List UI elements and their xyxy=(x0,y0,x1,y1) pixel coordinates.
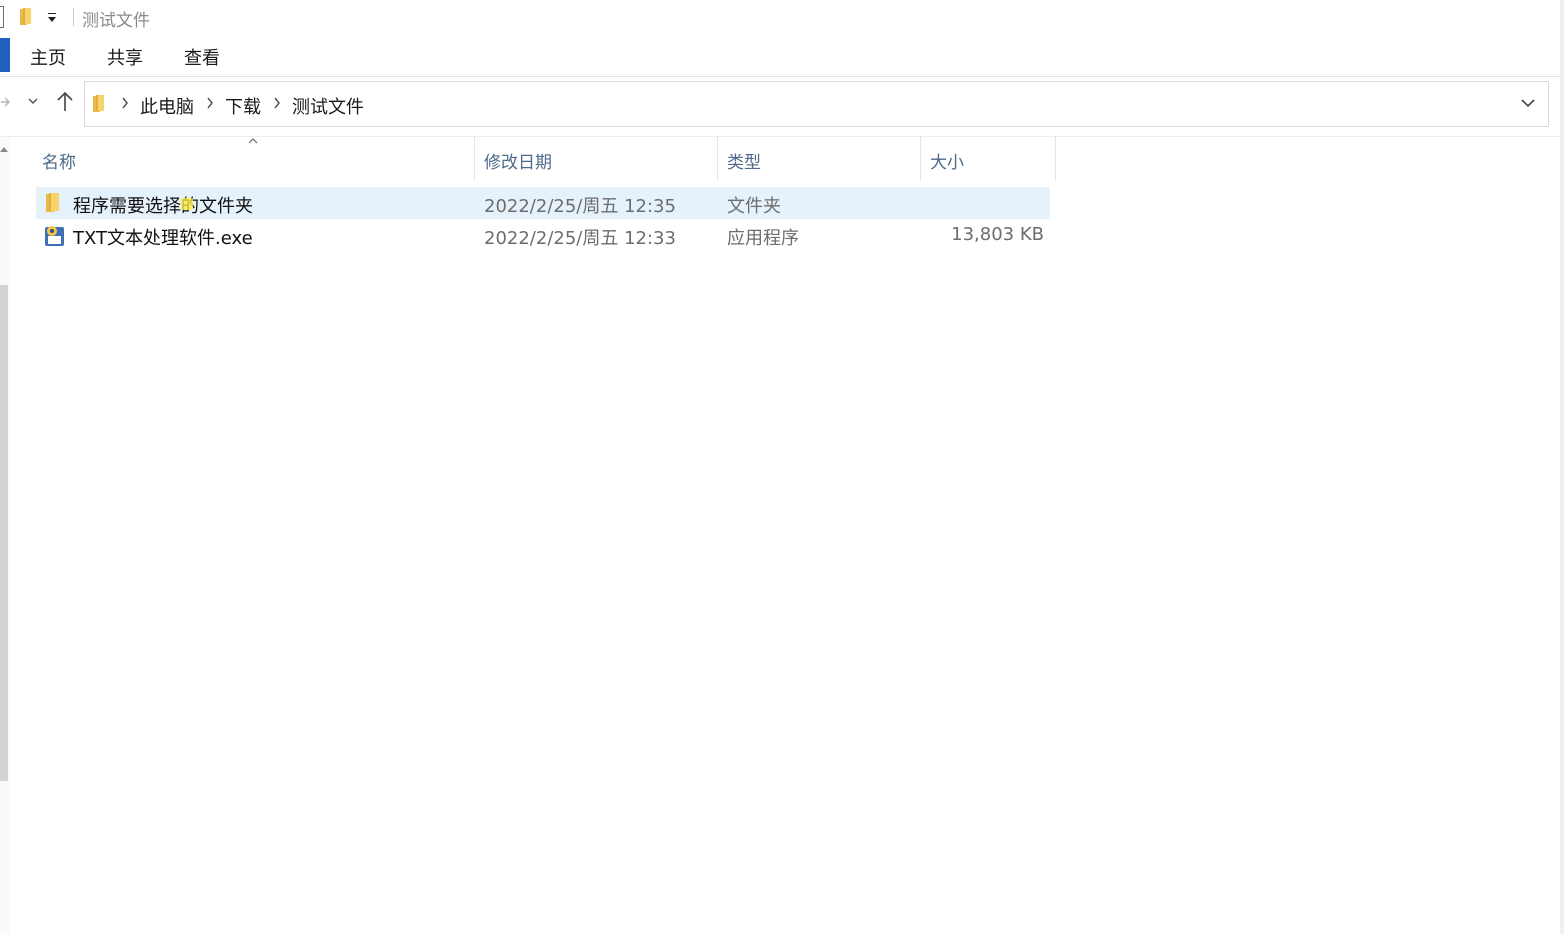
address-bar[interactable]: 此电脑 下载 测试文件 xyxy=(84,81,1549,127)
breadcrumb-current-folder[interactable]: 测试文件 xyxy=(292,93,364,119)
column-name-label: 名称 xyxy=(42,153,76,173)
recent-locations-icon[interactable] xyxy=(26,94,40,108)
forward-icon[interactable] xyxy=(0,94,10,110)
column-size-label: 大小 xyxy=(930,153,964,173)
column-header-date[interactable]: 修改日期 xyxy=(475,137,717,181)
file-date: 2022/2/25/周五 12:33 xyxy=(484,228,676,249)
breadcrumb-this-pc[interactable]: 此电脑 xyxy=(140,93,194,119)
column-header-name[interactable]: 名称 xyxy=(33,137,474,181)
column-divider[interactable] xyxy=(1055,137,1056,181)
tab-view[interactable]: 查看 xyxy=(184,44,220,70)
application-icon xyxy=(45,226,64,246)
column-header-type[interactable]: 类型 xyxy=(718,137,920,181)
tab-share[interactable]: 共享 xyxy=(107,44,143,70)
file-list-pane: 名称 修改日期 类型 大小 程序需要选择的文件夹 2022/2/25/周五 12… xyxy=(0,136,1560,935)
file-date: 2022/2/25/周五 12:35 xyxy=(484,196,676,217)
folder-icon xyxy=(93,95,104,112)
file-name: 程序需要选择的文件夹 xyxy=(73,196,253,217)
ribbon-tabs: 主页 共享 查看 xyxy=(0,34,1564,77)
chevron-right-icon[interactable] xyxy=(206,97,214,109)
customize-dropdown-icon[interactable] xyxy=(45,9,59,25)
chevron-down-icon[interactable] xyxy=(1520,96,1536,110)
scroll-up-icon[interactable] xyxy=(0,147,8,152)
column-header-size[interactable]: 大小 xyxy=(921,137,1055,181)
column-date-label: 修改日期 xyxy=(484,153,552,173)
folder-icon xyxy=(46,193,59,212)
scrollbar-thumb[interactable] xyxy=(0,285,8,781)
column-type-label: 类型 xyxy=(727,153,761,173)
tab-file[interactable] xyxy=(0,38,10,72)
nav-pane-scrollbar[interactable] xyxy=(0,137,10,935)
file-size: 13,803 KB xyxy=(951,224,1044,245)
window-edge xyxy=(1560,0,1564,934)
sort-ascending-icon xyxy=(248,138,258,144)
file-name: TXT文本处理软件.exe xyxy=(73,228,253,249)
system-menu-icon[interactable] xyxy=(0,6,4,28)
navigation-bar: 此电脑 下载 测试文件 xyxy=(0,78,1564,130)
title-bar: 测试文件 xyxy=(0,0,1564,34)
file-type: 文件夹 xyxy=(727,196,781,217)
folder-icon[interactable] xyxy=(19,7,35,27)
chevron-right-icon[interactable] xyxy=(121,97,129,109)
tab-home[interactable]: 主页 xyxy=(30,44,66,70)
mouse-cursor-highlight xyxy=(181,198,193,210)
file-type: 应用程序 xyxy=(727,228,799,249)
list-item-application[interactable]: TXT文本处理软件.exe 2022/2/25/周五 12:33 应用程序 13… xyxy=(36,219,1050,251)
breadcrumb-downloads[interactable]: 下载 xyxy=(225,93,261,119)
up-arrow-icon[interactable] xyxy=(55,90,75,114)
chevron-right-icon[interactable] xyxy=(273,97,281,109)
title-separator xyxy=(73,8,74,26)
window-title: 测试文件 xyxy=(82,11,150,31)
